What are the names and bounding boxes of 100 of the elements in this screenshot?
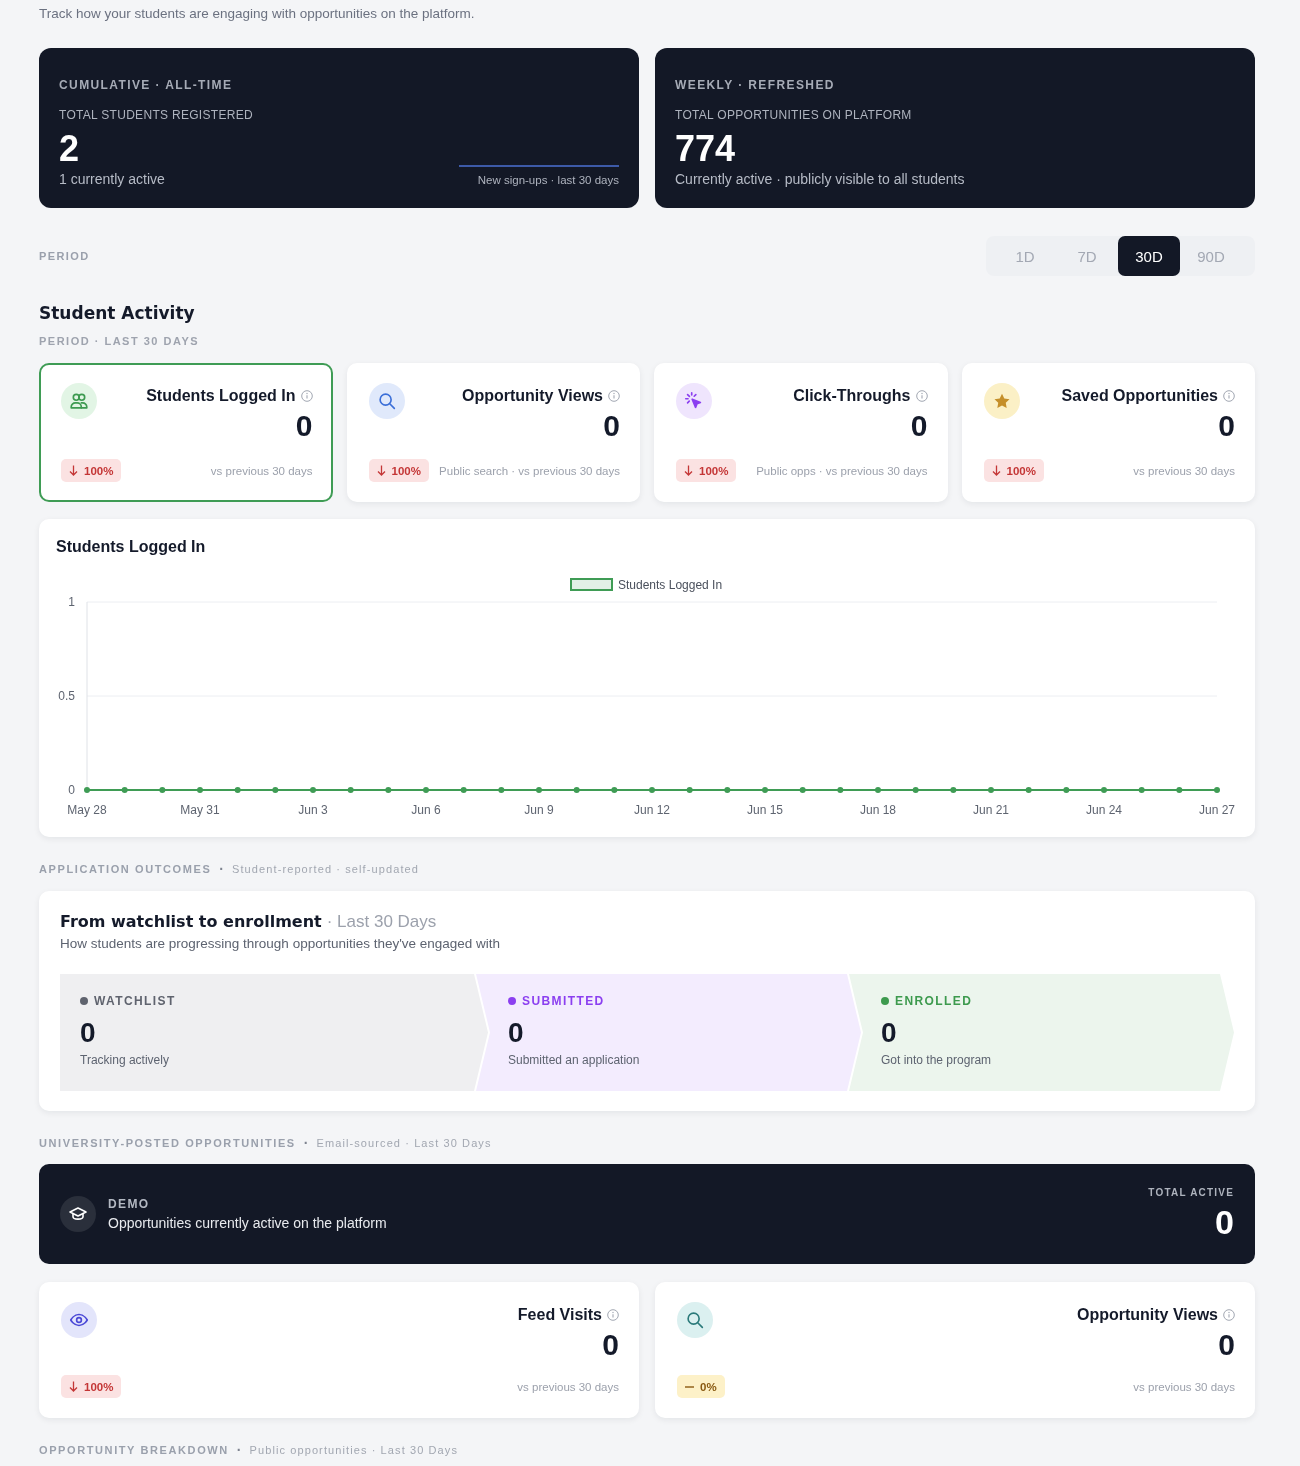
summary-value: 774: [675, 129, 736, 169]
funnel-period: · Last 30 Days: [326, 911, 437, 933]
separator-dot: ·: [219, 861, 225, 877]
summary-label: TOTAL OPPORTUNITIES ON PLATFORM: [675, 107, 912, 123]
metric-title: Opportunity Views: [461, 386, 603, 406]
change-value: 0%: [700, 1380, 717, 1393]
info-icon: [608, 390, 620, 402]
metric-title: Feed Visits: [517, 1305, 602, 1325]
x-axis-label: Jun 18: [860, 803, 896, 817]
section-label: APPLICATION OUTCOMES: [39, 863, 212, 875]
summary-caption: Currently active · publicly visible to all students: [675, 170, 965, 188]
x-axis-label: May 31: [180, 803, 220, 817]
summary-eyebrow: CUMULATIVE · ALL-TIME: [59, 77, 233, 93]
y-axis-label: 0.5: [58, 689, 75, 703]
funnel-subtitle: How students are progressing through opportunities they've engaged with: [60, 935, 502, 953]
data-point: [347, 787, 354, 793]
stage-description: Submitted an application: [508, 1052, 640, 1068]
change-value: 100%: [699, 464, 729, 477]
metric-value: 0: [1218, 1327, 1235, 1363]
data-point: [649, 787, 655, 793]
stage-description: Tracking actively: [80, 1052, 169, 1068]
legend-label: Students Logged In: [618, 578, 723, 592]
metric-card[interactable]: Opportunity Views 0 100% Public search · vs previous 30 days: [346, 363, 640, 502]
info-icon: [1223, 390, 1235, 402]
y-axis-label: 1: [68, 595, 75, 609]
data-point: [912, 787, 919, 793]
data-point: [423, 787, 429, 793]
period-label: PERIOD: [39, 250, 90, 262]
data-point: [536, 787, 542, 793]
data-point: [121, 787, 128, 793]
arrow-down-icon: [69, 1381, 78, 1392]
change-value: 100%: [84, 464, 114, 477]
info-icon: [915, 390, 928, 402]
change-value: 100%: [1006, 464, 1036, 477]
metric-value: 0: [603, 408, 620, 444]
separator-dot: ·: [303, 1135, 309, 1151]
x-axis-label: Jun 24: [1086, 803, 1122, 817]
data-point: [1101, 787, 1107, 793]
data-point: [762, 787, 768, 793]
data-point: [310, 787, 316, 793]
section-note: Student-reported · self-updated: [232, 863, 419, 875]
metric-note: vs previous 30 days: [210, 464, 313, 477]
arrow-down-icon: [684, 465, 693, 476]
x-axis-label: Jun 9: [524, 803, 554, 817]
x-axis-label: Jun 15: [747, 803, 783, 817]
section-note: Public opportunities · Last 30 Days: [249, 1444, 458, 1456]
summary-value: 2: [59, 129, 80, 169]
metric-value: 0: [602, 1327, 619, 1363]
period-tab[interactable]: 30D: [1118, 236, 1180, 276]
data-point: [686, 787, 693, 793]
stage-description: Got into the program: [881, 1052, 992, 1068]
data-point: [197, 787, 203, 793]
metric-title: Students Logged In: [146, 386, 296, 406]
stage-label: ENROLLED: [895, 994, 973, 1008]
arrow-down-icon: [376, 465, 386, 476]
stage-value: 0: [80, 1016, 96, 1050]
x-axis-label: Jun 21: [973, 803, 1009, 817]
metric-note: Public opps · vs previous 30 days: [756, 464, 928, 477]
summary-eyebrow: WEEKLY · REFRESHED: [675, 77, 835, 93]
data-point: [724, 787, 731, 793]
section-note: Email-sourced · Last 30 Days: [316, 1137, 492, 1149]
info-icon: [300, 390, 313, 402]
data-point: [385, 787, 392, 793]
stage-value: 0: [881, 1016, 897, 1050]
search-icon: [677, 1302, 713, 1338]
summary-caption: 1 currently active: [59, 170, 165, 188]
data-point: [988, 787, 994, 793]
total-value: 0: [1215, 1202, 1234, 1242]
sparkline-caption: New sign-ups · last 30 days: [477, 173, 619, 188]
data-point: [84, 787, 90, 793]
chart-title: Students Logged In: [56, 537, 207, 557]
graduation-cap-icon: [60, 1196, 96, 1232]
funnel-title: From watchlist to enrollment: [60, 911, 322, 933]
metric-note: vs previous 30 days: [517, 1380, 619, 1393]
arrow-down-icon: [69, 465, 78, 476]
section-label: UNIVERSITY-POSTED OPPORTUNITIES: [39, 1137, 296, 1149]
metric-card[interactable]: Saved Opportunities 0 100% vs previous 30 days: [961, 363, 1255, 502]
minus-icon: [685, 1385, 694, 1388]
people-icon: [61, 383, 97, 419]
data-point: [611, 787, 618, 793]
metric-title: Click-Throughs: [793, 386, 911, 406]
data-point: [1176, 787, 1183, 793]
data-point: [159, 787, 166, 793]
stage-label: SUBMITTED: [522, 994, 605, 1008]
metric-card[interactable]: Click-Throughs 0 100% Public opps · vs previous 30 days: [654, 363, 948, 502]
change-value: 100%: [391, 464, 421, 477]
data-point: [950, 787, 957, 793]
metric-value: 0: [1218, 408, 1235, 444]
data-point: [875, 787, 881, 793]
data-point: [573, 787, 580, 793]
metric-note: vs previous 30 days: [1133, 1380, 1235, 1393]
eye-icon: [61, 1302, 97, 1338]
data-point: [1138, 787, 1145, 793]
data-point: [837, 787, 844, 793]
info-icon: [607, 1309, 619, 1321]
search-icon: [368, 383, 405, 419]
metric-card[interactable]: Students Logged In 0 100% vs previous 30 days: [39, 363, 333, 502]
stage-value: 0: [508, 1016, 524, 1050]
data-point: [799, 787, 806, 793]
section-subtitle: PERIOD · LAST 30 DAYS: [39, 334, 201, 349]
